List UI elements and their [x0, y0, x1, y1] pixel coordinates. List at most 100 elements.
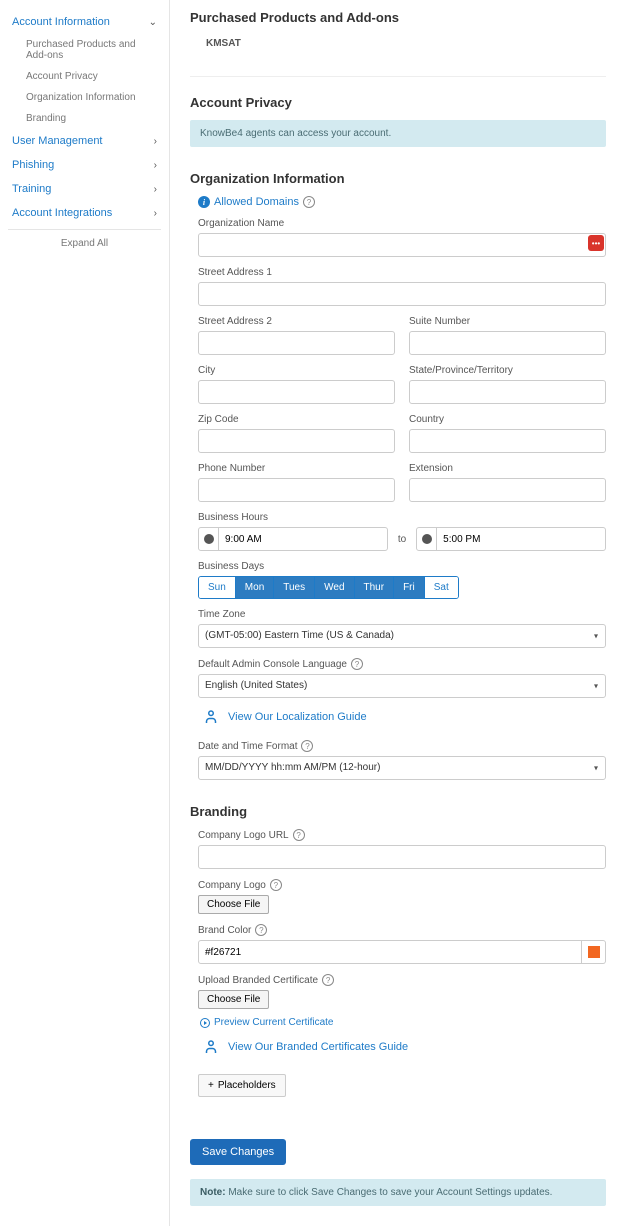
- nav-phishing[interactable]: Phishing ›: [8, 153, 161, 177]
- section-title: Purchased Products and Add-ons: [190, 10, 606, 25]
- label-hours: Business Hours: [198, 512, 606, 523]
- nav-user-mgmt[interactable]: User Management ›: [8, 129, 161, 153]
- zip-input[interactable]: [198, 429, 395, 453]
- city-input[interactable]: [198, 380, 395, 404]
- note-banner: Note: Make sure to click Save Changes to…: [190, 1179, 606, 1206]
- link-text: Preview Current Certificate: [214, 1017, 333, 1028]
- label-street1: Street Address 1: [198, 267, 606, 278]
- section-title: Account Privacy: [190, 95, 606, 110]
- choose-file-cert-button[interactable]: Choose File: [198, 990, 269, 1009]
- street1-input[interactable]: [198, 282, 606, 306]
- hours-from-group[interactable]: [198, 527, 388, 551]
- clock-icon: [417, 528, 437, 550]
- label-days: Business Days: [198, 561, 606, 572]
- cert-guide-link[interactable]: View Our Branded Certificates Guide: [202, 1038, 606, 1056]
- guide-icon: [202, 708, 220, 726]
- subnav-purchased[interactable]: Purchased Products and Add-ons: [22, 34, 161, 66]
- color-swatch-box[interactable]: [582, 940, 606, 964]
- hours-to-input[interactable]: [437, 534, 605, 545]
- hours-from-input[interactable]: [219, 534, 387, 545]
- guide-icon: [202, 1038, 220, 1056]
- street2-input[interactable]: [198, 331, 395, 355]
- label-state: State/Province/Territory: [409, 365, 606, 376]
- chevron-right-icon: ›: [154, 160, 157, 171]
- label-cert: Upload Branded Certificate ?: [198, 974, 606, 986]
- note-bold: Note:: [200, 1187, 226, 1198]
- label-suite: Suite Number: [409, 316, 606, 327]
- day-btn-thur[interactable]: Thur: [355, 577, 395, 598]
- label-zip: Zip Code: [198, 414, 395, 425]
- label-brand-color: Brand Color ?: [198, 924, 606, 936]
- button-label: Placeholders: [218, 1080, 276, 1091]
- state-input[interactable]: [409, 380, 606, 404]
- label-org-name: Organization Name: [198, 218, 606, 229]
- lastpass-icon[interactable]: •••: [588, 235, 604, 251]
- purchased-section: Purchased Products and Add-ons KMSAT: [190, 10, 606, 52]
- day-btn-mon[interactable]: Mon: [236, 577, 274, 598]
- ext-input[interactable]: [409, 478, 606, 502]
- preview-icon: [200, 1018, 210, 1028]
- localization-guide-link[interactable]: View Our Localization Guide: [202, 708, 606, 726]
- preview-cert-link[interactable]: Preview Current Certificate: [200, 1017, 606, 1028]
- nav-training[interactable]: Training ›: [8, 177, 161, 201]
- label-city: City: [198, 365, 395, 376]
- nav-label: Account Integrations: [12, 207, 112, 219]
- allowed-domains-link[interactable]: i Allowed Domains ?: [198, 196, 606, 208]
- link-text: View Our Branded Certificates Guide: [228, 1041, 408, 1053]
- save-button[interactable]: Save Changes: [190, 1139, 286, 1165]
- help-icon[interactable]: ?: [270, 879, 282, 891]
- help-icon[interactable]: ?: [303, 196, 315, 208]
- brand-color-input[interactable]: [198, 940, 582, 964]
- product-pill: KMSAT: [198, 35, 249, 52]
- org-section: Organization Information i Allowed Domai…: [190, 171, 606, 780]
- day-btn-sat[interactable]: Sat: [425, 577, 458, 598]
- choose-file-logo-button[interactable]: Choose File: [198, 895, 269, 914]
- chevron-right-icon: ›: [154, 136, 157, 147]
- help-icon[interactable]: ?: [351, 658, 363, 670]
- sub-nav: Purchased Products and Add-ons Account P…: [8, 34, 161, 129]
- day-btn-sun[interactable]: Sun: [199, 577, 236, 598]
- info-icon: i: [198, 196, 210, 208]
- help-icon[interactable]: ?: [301, 740, 313, 752]
- day-btn-tues[interactable]: Tues: [274, 577, 315, 598]
- privacy-section: Account Privacy KnowBe4 agents can acces…: [190, 95, 606, 147]
- label-logo-url: Company Logo URL ?: [198, 829, 606, 841]
- label-timezone: Time Zone: [198, 609, 606, 620]
- placeholders-button[interactable]: + Placeholders: [198, 1074, 286, 1097]
- label-phone: Phone Number: [198, 463, 395, 474]
- plus-icon: +: [208, 1080, 214, 1091]
- label-ext: Extension: [409, 463, 606, 474]
- org-name-input[interactable]: [198, 233, 606, 257]
- day-btn-fri[interactable]: Fri: [394, 577, 425, 598]
- lang-select[interactable]: English (United States): [198, 674, 606, 698]
- hours-to-group[interactable]: [416, 527, 606, 551]
- label-street2: Street Address 2: [198, 316, 395, 327]
- sidebar: Account Information ⌄ Purchased Products…: [0, 0, 170, 1226]
- nav-integrations[interactable]: Account Integrations ›: [8, 201, 161, 225]
- color-swatch: [588, 946, 600, 958]
- section-title: Organization Information: [190, 171, 606, 186]
- country-input[interactable]: [409, 429, 606, 453]
- expand-all-link[interactable]: Expand All: [8, 229, 161, 257]
- datetime-select[interactable]: MM/DD/YYYY hh:mm AM/PM (12-hour): [198, 756, 606, 780]
- link-text: Allowed Domains: [214, 196, 299, 208]
- subnav-branding[interactable]: Branding: [22, 108, 161, 129]
- subnav-privacy[interactable]: Account Privacy: [22, 66, 161, 87]
- to-label: to: [398, 534, 406, 545]
- phone-input[interactable]: [198, 478, 395, 502]
- divider: [190, 76, 606, 77]
- day-btn-wed[interactable]: Wed: [315, 577, 354, 598]
- help-icon[interactable]: ?: [255, 924, 267, 936]
- subnav-org-info[interactable]: Organization Information: [22, 87, 161, 108]
- nav-account-info[interactable]: Account Information ⌄: [8, 10, 161, 34]
- help-icon[interactable]: ?: [293, 829, 305, 841]
- link-text: View Our Localization Guide: [228, 711, 367, 723]
- note-text: Make sure to click Save Changes to save …: [226, 1187, 553, 1198]
- label-logo: Company Logo ?: [198, 879, 606, 891]
- timezone-select[interactable]: (GMT-05:00) Eastern Time (US & Canada): [198, 624, 606, 648]
- help-icon[interactable]: ?: [322, 974, 334, 986]
- section-title: Branding: [190, 804, 606, 819]
- nav-label: Training: [12, 183, 51, 195]
- logo-url-input[interactable]: [198, 845, 606, 869]
- suite-input[interactable]: [409, 331, 606, 355]
